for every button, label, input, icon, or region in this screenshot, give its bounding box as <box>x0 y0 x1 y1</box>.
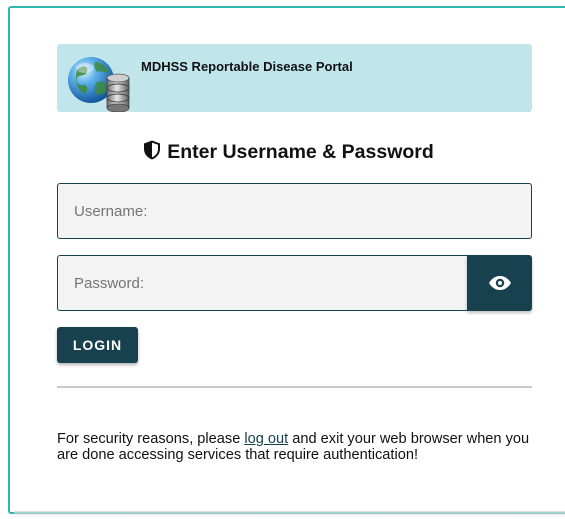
security-notice: For security reasons, please log out and… <box>57 431 537 463</box>
login-heading-text: Enter Username & Password <box>167 141 434 163</box>
password-input[interactable] <box>57 255 469 311</box>
logout-link[interactable]: log out <box>244 431 288 447</box>
eye-icon <box>467 275 532 291</box>
globe-database-icon <box>65 52 135 113</box>
username-input[interactable] <box>57 183 532 239</box>
show-password-button[interactable] <box>467 255 532 311</box>
divider <box>57 386 532 388</box>
panel-shadow <box>14 511 565 517</box>
notice-text-before: For security reasons, please <box>57 431 245 447</box>
shield-icon <box>143 140 161 166</box>
portal-title: MDHSS Reportable Disease Portal <box>141 59 353 74</box>
login-button[interactable]: LOGIN <box>57 327 138 363</box>
password-group <box>57 255 532 311</box>
login-heading: Enter Username & Password <box>0 140 565 166</box>
portal-banner: MDHSS Reportable Disease Portal <box>57 44 532 113</box>
